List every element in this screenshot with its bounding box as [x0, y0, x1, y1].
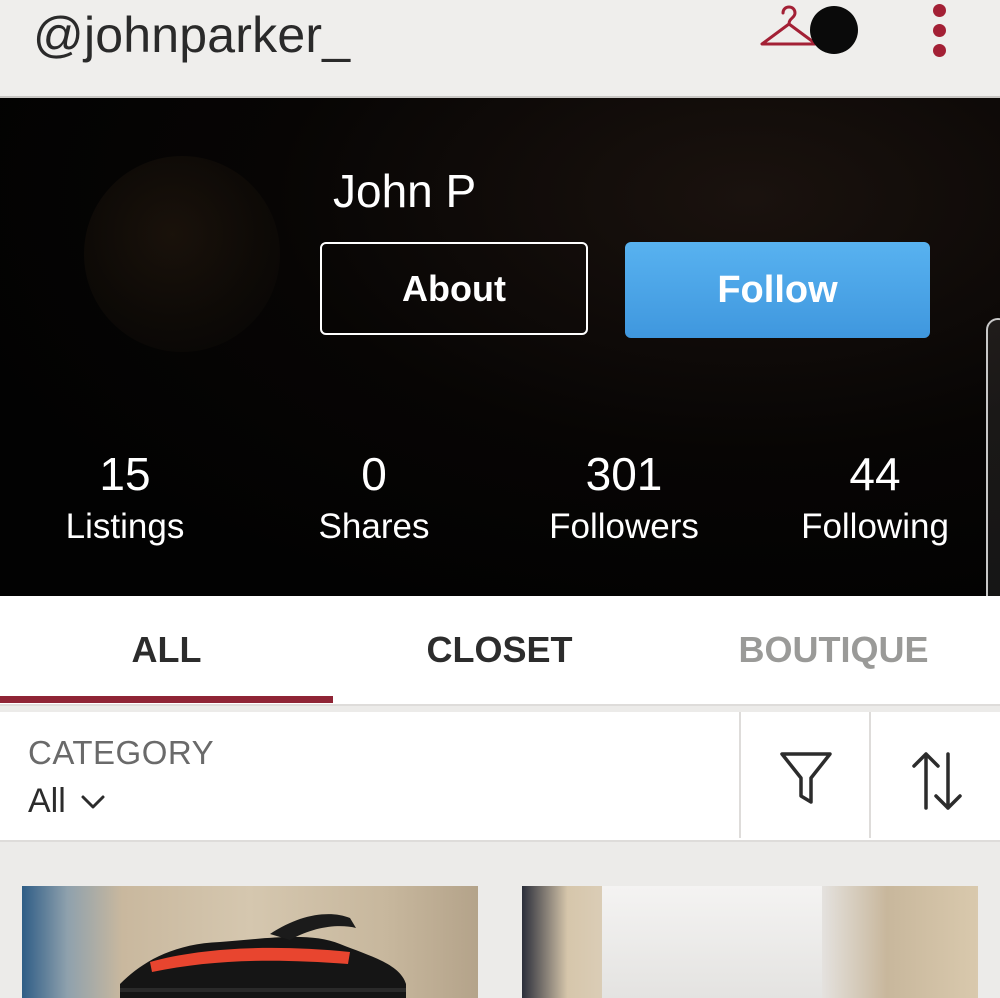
- category-label: CATEGORY: [28, 734, 215, 771]
- stat-following[interactable]: 44 Following: [765, 446, 985, 552]
- tab-all[interactable]: ALL: [0, 596, 333, 704]
- stat-value: 44: [849, 448, 901, 500]
- filter-funnel-icon[interactable]: [778, 748, 834, 810]
- listing-card[interactable]: [22, 886, 478, 998]
- profile-header: John P About Follow 15 Listings 0 Shares…: [0, 98, 1000, 596]
- divider: [869, 712, 871, 838]
- more-vert-icon[interactable]: [926, 4, 952, 60]
- category-value: All: [28, 782, 66, 820]
- username-title: @johnparker_: [33, 7, 351, 63]
- about-button[interactable]: About: [320, 242, 588, 335]
- profile-stats: 15 Listings 0 Shares 301 Followers 44 Fo…: [0, 446, 1000, 556]
- stat-shares[interactable]: 0 Shares: [264, 446, 484, 552]
- stat-value: 15: [99, 448, 151, 500]
- sort-arrows-icon[interactable]: [910, 748, 964, 814]
- listing-grid: [0, 842, 1000, 998]
- stat-followers[interactable]: 301 Followers: [514, 446, 734, 552]
- listing-card[interactable]: [522, 886, 978, 998]
- app-bar: @johnparker_: [0, 0, 1000, 98]
- follow-button[interactable]: Follow: [625, 242, 930, 338]
- profile-name: John P: [333, 165, 477, 217]
- stat-value: 0: [361, 448, 387, 500]
- filter-row: CATEGORY All: [0, 712, 1000, 842]
- tab-bar: ALL CLOSET BOUTIQUE: [0, 596, 1000, 706]
- item-photo: [602, 886, 822, 998]
- stat-value: 301: [585, 448, 663, 500]
- tab-boutique[interactable]: BOUTIQUE: [667, 596, 1000, 704]
- stat-label: Following: [801, 507, 949, 546]
- stat-label: Listings: [65, 507, 185, 546]
- active-tab-indicator: [0, 696, 333, 703]
- chevron-down-icon: [81, 795, 105, 808]
- stat-label: Followers: [549, 507, 699, 546]
- category-dropdown[interactable]: All: [28, 782, 106, 821]
- sneaker-photo: [120, 914, 406, 998]
- stat-label: Shares: [318, 507, 430, 546]
- avatar[interactable]: [84, 156, 280, 352]
- notification-dot-icon[interactable]: [810, 6, 858, 54]
- stat-listings[interactable]: 15 Listings: [15, 446, 235, 552]
- divider: [739, 712, 741, 838]
- tab-closet[interactable]: CLOSET: [333, 596, 666, 704]
